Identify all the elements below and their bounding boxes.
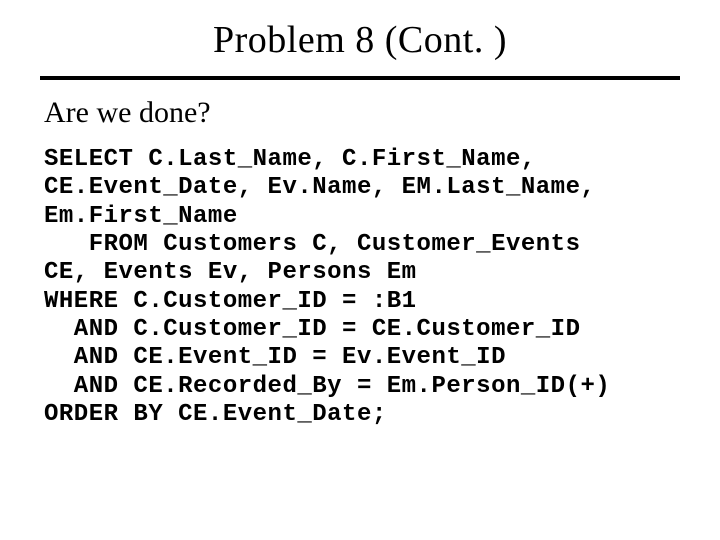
- title-divider: [40, 76, 680, 80]
- slide-title: Problem 8 (Cont. ): [40, 18, 680, 62]
- sql-code-block: SELECT C.Last_Name, C.First_Name, CE.Eve…: [44, 146, 680, 429]
- slide: Problem 8 (Cont. ) Are we done? SELECT C…: [0, 0, 720, 540]
- question-text: Are we done?: [44, 96, 680, 130]
